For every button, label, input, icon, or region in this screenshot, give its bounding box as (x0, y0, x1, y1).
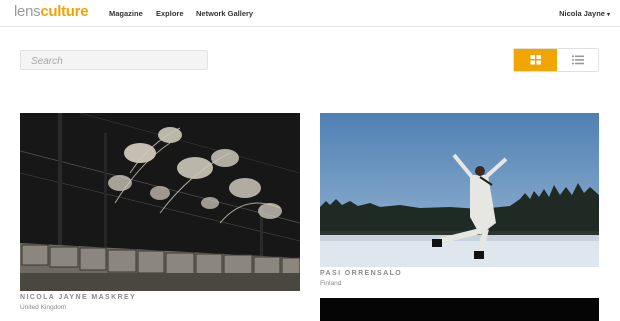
gallery-card[interactable]: PASI ORRENSALO Finland (320, 113, 599, 293)
photo-jumping-man (320, 113, 599, 267)
gallery-photo[interactable] (320, 113, 599, 267)
gallery-card[interactable] (320, 298, 599, 321)
search-box (20, 50, 208, 71)
nav-network-gallery[interactable]: Network Gallery (196, 9, 253, 18)
nav-magazine[interactable]: Magazine (109, 9, 143, 18)
lensculture-logo[interactable]: lensculture (14, 3, 89, 21)
search-input[interactable] (21, 52, 207, 71)
gallery-card[interactable]: NICOLA JAYNE MASKREY United Kingdom (20, 113, 300, 313)
gallery-photo[interactable] (20, 113, 300, 291)
list-icon (572, 55, 584, 65)
user-menu[interactable]: Nicola Jayne ▾ (559, 9, 610, 18)
caret-down-icon: ▾ (606, 12, 610, 18)
photographer-location: Finland (320, 280, 342, 287)
photographer-location: United Kingdom (20, 304, 67, 311)
logo-lens: lens (14, 3, 41, 20)
view-toggle (513, 48, 599, 72)
nav-explore[interactable]: Explore (156, 9, 184, 18)
grid-view-button[interactable] (514, 49, 557, 71)
photographer-name[interactable]: PASI ORRENSALO (320, 270, 599, 277)
logo-culture: culture (40, 3, 89, 20)
top-navigation-bar: lensculture Magazine Explore Network Gal… (0, 0, 620, 27)
user-name: Nicola Jayne (559, 9, 605, 18)
photo-plants-wall (20, 113, 300, 291)
grid-icon (530, 55, 541, 65)
list-view-button[interactable] (557, 49, 599, 71)
photographer-name[interactable]: NICOLA JAYNE MASKREY (20, 294, 300, 301)
